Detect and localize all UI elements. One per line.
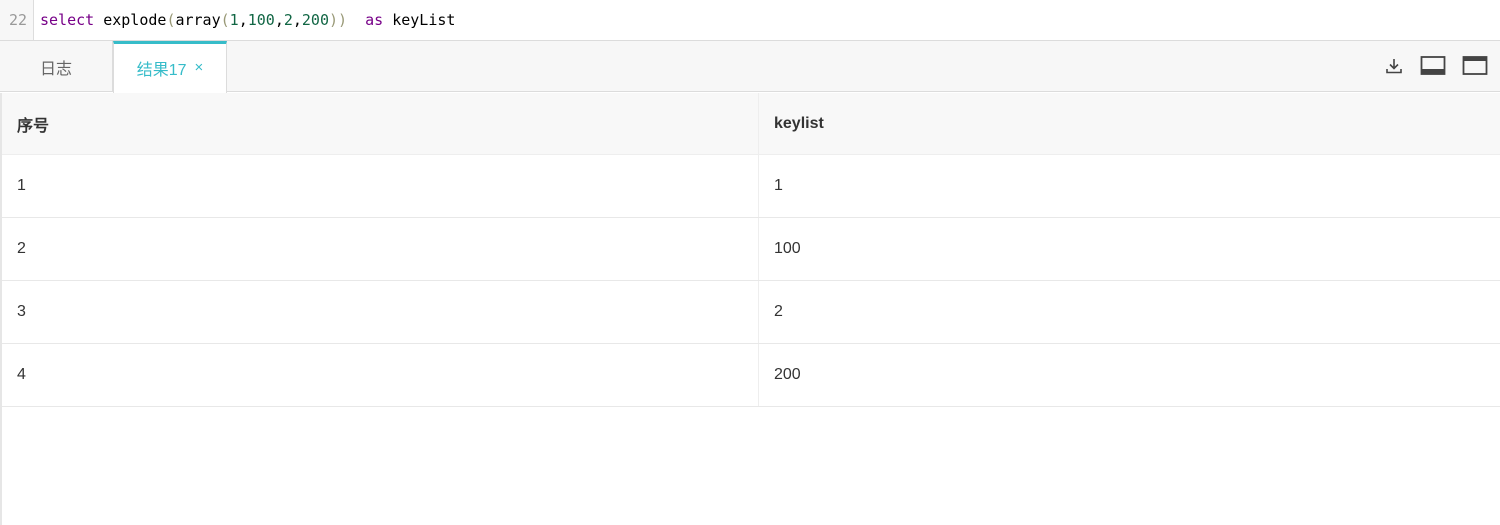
table-cell[interactable]: 3 [2,281,759,343]
code-editor-line[interactable]: 22 select explode(array(1,100,2,200)) as… [0,0,1500,40]
window-maximize-icon[interactable] [1462,53,1488,79]
alias-name: keyList [392,11,456,29]
column-header-keylist[interactable]: keylist [759,93,1500,154]
number-literal: 100 [247,11,275,29]
comma: , [238,11,248,29]
table-row: 3 2 [2,281,1500,344]
keyword-select: select [40,11,95,29]
close-icon[interactable]: × [195,59,204,76]
panel-bottom-icon[interactable] [1420,53,1446,79]
table-cell[interactable]: 2 [759,281,1500,343]
result-table: 序号 keylist 1 1 2 100 3 2 4 200 [2,93,1500,407]
function-name: explode [103,11,167,29]
result-tabbar: 日志 结果17 × [0,40,1500,93]
column-header-index[interactable]: 序号 [2,93,759,154]
tab-log[interactable]: 日志 [0,41,113,92]
table-row: 4 200 [2,344,1500,407]
number-literal: 2 [283,11,293,29]
code-text[interactable]: select explode(array(1,100,2,200)) as ke… [34,11,455,29]
number-literal: 1 [229,11,239,29]
table-row: 2 100 [2,218,1500,281]
tab-result[interactable]: 结果17 × [113,41,227,93]
paren-open-inner: ( [220,11,230,29]
table-cell[interactable]: 4 [2,344,759,406]
download-icon[interactable] [1381,53,1407,79]
comma: , [274,11,284,29]
paren-close: )) [329,11,348,29]
table-row: 1 1 [2,155,1500,218]
table-cell[interactable]: 100 [759,218,1500,280]
line-number: 22 [0,0,34,40]
table-cell[interactable]: 1 [759,155,1500,217]
table-cell[interactable]: 200 [759,344,1500,406]
number-literal: 200 [301,11,329,29]
table-cell[interactable]: 2 [2,218,759,280]
tab-result-label: 结果17 [136,61,187,79]
tab-log-label: 日志 [39,60,72,78]
table-header-row: 序号 keylist [2,93,1500,155]
array-function: array [175,11,221,29]
keyword-as: as [365,11,384,29]
comma: , [292,11,302,29]
table-cell[interactable]: 1 [2,155,759,217]
